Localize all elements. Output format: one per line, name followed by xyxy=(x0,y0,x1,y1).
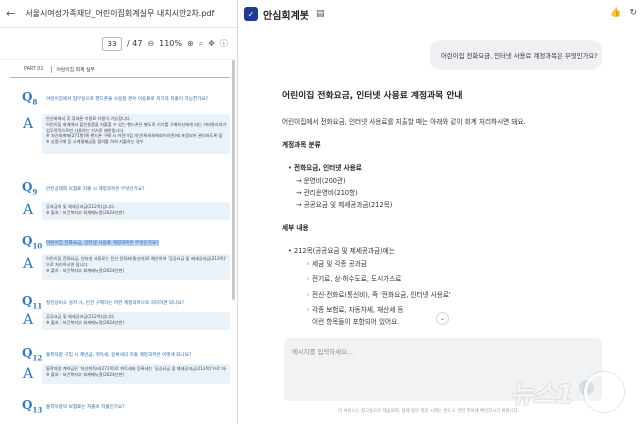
answer-line: ※ 상품구매 등 시계결제금을 협의를 하여 지출하는 경우 xyxy=(46,139,144,145)
arrow-left-icon[interactable]: ← xyxy=(6,7,15,20)
question-text-highlighted: 어린이집 전화요금, 인터넷 사용료 계정과목은 무엇인가요? xyxy=(46,240,159,246)
question-text: 어린이집에서 업무용으로 핸드폰을 사용할 경우 이용료로 지기과 지출이 가능… xyxy=(46,97,209,102)
app-window: ← 서울시여성가족재단_어린이집회계실무 내치시안2차.pdf 33 / 47 … xyxy=(0,0,643,424)
document-icon[interactable]: ▤ xyxy=(316,9,325,19)
answer-box: 공과금의 및 제세공과금(212목)입니다. ※ 출처 : 보건복지부 회계매뉴… xyxy=(42,202,230,220)
answer-intro: 어린이집에서 전화요금, 인터넷 사용료를 지출할 때는 아래와 같이 회계 처… xyxy=(282,118,526,126)
answer-marker: A xyxy=(23,312,34,328)
answer-marker: A xyxy=(23,366,34,382)
question-marker: Q12 xyxy=(22,346,43,363)
watermark-circle xyxy=(584,372,624,412)
answer-line: ※ 출처 : 보건복지부 회계매뉴얼(2024년판) xyxy=(46,267,125,273)
detail-item: 이런 항목들이 포함되어 있어요. xyxy=(312,318,400,326)
footer-disclaimer: 이 서비스는 참고용으로 제공되며, 실제 업무 적용 시에는 반드시 관련 부… xyxy=(338,409,520,414)
qa-item: Q10 어린이집 전화요금, 인터넷 사용료 계정과목은 무엇인가요? A 어린… xyxy=(22,234,230,292)
question-text: 안전공제회 보험료 지출 시 계정과목은 무엇인가요? xyxy=(46,187,145,192)
detail-heading: 세부 내용 xyxy=(282,224,309,232)
category-item: → 관리운영비(210항) xyxy=(296,189,358,197)
pdf-viewer-pane: ← 서울시여성가족재단_어린이집회계실무 내치시안2차.pdf 33 / 47 … xyxy=(0,0,238,424)
refresh-icon[interactable]: ↻ xyxy=(629,8,637,18)
qa-item: Q11 정전당비소 설치 시, 인건 구매하는 어떤 계정과목으로 처리하면 되… xyxy=(22,294,230,344)
pdf-page: PART 02 어린이집 회계 실무 Q8 어린이집에서 업무용으로 핸드폰을 … xyxy=(10,62,230,424)
detail-item: ◦ 각종 보험료, 자동차세, 재산세 등 xyxy=(306,306,404,314)
zoom-out-icon[interactable]: ⊖ xyxy=(147,39,154,48)
news1-watermark: 뉴스1 xyxy=(510,370,638,414)
category-bullet-label: 전화요금, 인터넷 사용료 xyxy=(294,164,362,172)
move-icon[interactable]: ✥ xyxy=(208,39,215,48)
pdf-file-name: 서울시여성가족재단_어린이집회계실무 내치시안2차.pdf xyxy=(25,9,215,18)
header-actions: 👍 ↻ xyxy=(610,8,637,18)
zoom-level: 110% xyxy=(159,39,182,48)
qa-item: Q13 통학차량의 보험료는 지출비 지출인가요? xyxy=(22,398,228,418)
answer-line: ※ 출처 : 보건복지부 회계매뉴얼(2024년판) xyxy=(46,371,125,377)
qa-item: Q8 어린이집에서 업무용으로 핸드폰을 사용할 경우 이용료로 지기과 지출이… xyxy=(22,90,230,170)
app-title: 안심회계봇 xyxy=(263,10,309,22)
category-heading: 계정과목 분류 xyxy=(282,141,321,149)
answer-box: 어린이집 전화요금, 인터넷 사용료는 전산 전화회(통신비)로 예산하여 '공… xyxy=(42,254,230,280)
qa-item: Q12 통학차량 구입 시 제반금, 취득세, 등록세의 지출 계정과목은 어떻… xyxy=(22,346,230,396)
detail-item-label: 전기료, 상·하수도료, 도시가스료 xyxy=(312,275,402,283)
page-number-input[interactable]: 33 xyxy=(102,36,122,51)
question-marker: Q13 xyxy=(22,398,43,415)
detail-item-label: 각종 보험료, 자동차세, 재산세 등 xyxy=(312,306,404,314)
thumbs-up-icon[interactable]: 👍 xyxy=(610,8,621,18)
answer-marker: A xyxy=(23,116,34,132)
search-icon[interactable]: ⌕ xyxy=(199,39,203,49)
scroll-down-button[interactable]: ⌄ xyxy=(436,312,449,325)
question-marker: Q9 xyxy=(22,180,38,197)
page-total: / 47 xyxy=(127,39,143,48)
question-text: 통학차량 구입 시 제반금, 취득세, 등록세의 지출 계정과목은 어떻게 되나… xyxy=(46,353,192,358)
pdf-toolbar: 33 / 47 ⊖ 110% ⊕ ⌕ ✥ ⓘ xyxy=(0,28,237,60)
detail-item: ◦ 전신·전화료(통신비), 즉 '전화요금, 인터넷 사용료' xyxy=(306,291,451,299)
question-text: 통학차량의 보험료는 지출비 지출인가요? xyxy=(46,405,125,410)
answer-line: ※ 출처 : 보건복지부 회계매뉴얼(2024년판) xyxy=(46,319,125,325)
category-bullet: • 전화요금, 인터넷 사용료 xyxy=(288,162,362,172)
detail-bullet-label: 212목(공공요금 및 제세공과금)에는 xyxy=(294,247,395,255)
doc-section-label: 어린이집 회계 실무 xyxy=(51,66,95,73)
answer-line: 통학차량 계약금은 '자산취득비(271목)로 취득세와 등록세는 '공공요금 … xyxy=(46,366,226,371)
user-message-bubble: 어린이집 전화요금, 인터넷 사용료 계정과목은 무엇인가요? xyxy=(430,40,602,70)
answer-box: 공공요금 및 제세공과금(212목)입니다. ※ 출처 : 보건복지부 회계매뉴… xyxy=(42,312,230,330)
pdf-titlebar: ← 서울시여성가족재단_어린이집회계실무 내치시안2차.pdf xyxy=(0,0,237,28)
question-marker: Q11 xyxy=(22,294,43,311)
answer-line: 어린이집 전화요금, 인터넷 사용료는 전산 전화회(통신비)로 예산하여 '공… xyxy=(46,256,226,261)
category-item: → 공공요금 및 제세공과금(212목) xyxy=(296,201,393,209)
answer-marker: A xyxy=(23,256,34,272)
detail-bullet: • 212목(공공요금 및 제세공과금)에는 xyxy=(288,245,395,255)
watermark-text: 뉴스1 xyxy=(510,380,574,410)
shield-logo-icon: ✓ xyxy=(244,7,258,21)
answer-line: 어린이집 회계에서 할인용품을 지출할 수 있는 핸드폰은 별도로 기기를 구매… xyxy=(46,121,226,127)
chevron-down-icon: ⌄ xyxy=(439,315,446,322)
answer-title: 어린이집 전화요금, 인터넷 사용료 계정과목 안내 xyxy=(282,91,463,101)
question-text: 정전당비소 설치 시, 인건 구매하는 어떤 계정과목으로 처리하면 되나요? xyxy=(46,301,185,306)
doc-part-label: PART 02 xyxy=(24,67,44,72)
chat-pane: ✓ 안심회계봇 ▤ 👍 ↻ 어린이집 전화요금, 인터넷 사용료 계정과목은 무… xyxy=(238,0,643,424)
answer-box: 안산회에서 휴 휴대폰 이용료 이용이 가능합니다. 어린이집 회계에서 할인용… xyxy=(42,114,230,154)
answer-box: 통학차량 계약금은 '자산취득비(271목)로 취득세와 등록세는 '공공요금 … xyxy=(42,364,230,384)
question-marker: Q8 xyxy=(22,90,38,107)
pdf-scrollbar[interactable] xyxy=(232,60,235,300)
detail-item: ◦ 세금 및 각종 공과금 xyxy=(306,260,367,268)
doc-header: PART 02 어린이집 회계 실무 xyxy=(10,62,230,78)
detail-item-label: 세금 및 각종 공과금 xyxy=(312,260,367,268)
qa-item: Q9 안전공제회 보험료 지출 시 계정과목은 무엇인가요? A 공과금의 및 … xyxy=(22,180,230,230)
detail-item-label: 전신·전화료(통신비), 즉 '전화요금, 인터넷 사용료' xyxy=(312,291,451,299)
question-marker: Q10 xyxy=(22,234,43,251)
detail-item: ◦ 전기료, 상·하수도료, 도시가스료 xyxy=(306,275,402,283)
category-item: → 운영비(200관) xyxy=(296,177,346,185)
answer-marker: A xyxy=(23,202,34,218)
chat-header: ✓ 안심회계봇 ▤ xyxy=(238,0,643,28)
info-icon[interactable]: ⓘ xyxy=(220,38,228,49)
zoom-in-icon[interactable]: ⊕ xyxy=(187,39,194,48)
answer-line: ※ 출처 : 보건복지부 회계매뉴얼(2024년판) xyxy=(46,209,125,215)
